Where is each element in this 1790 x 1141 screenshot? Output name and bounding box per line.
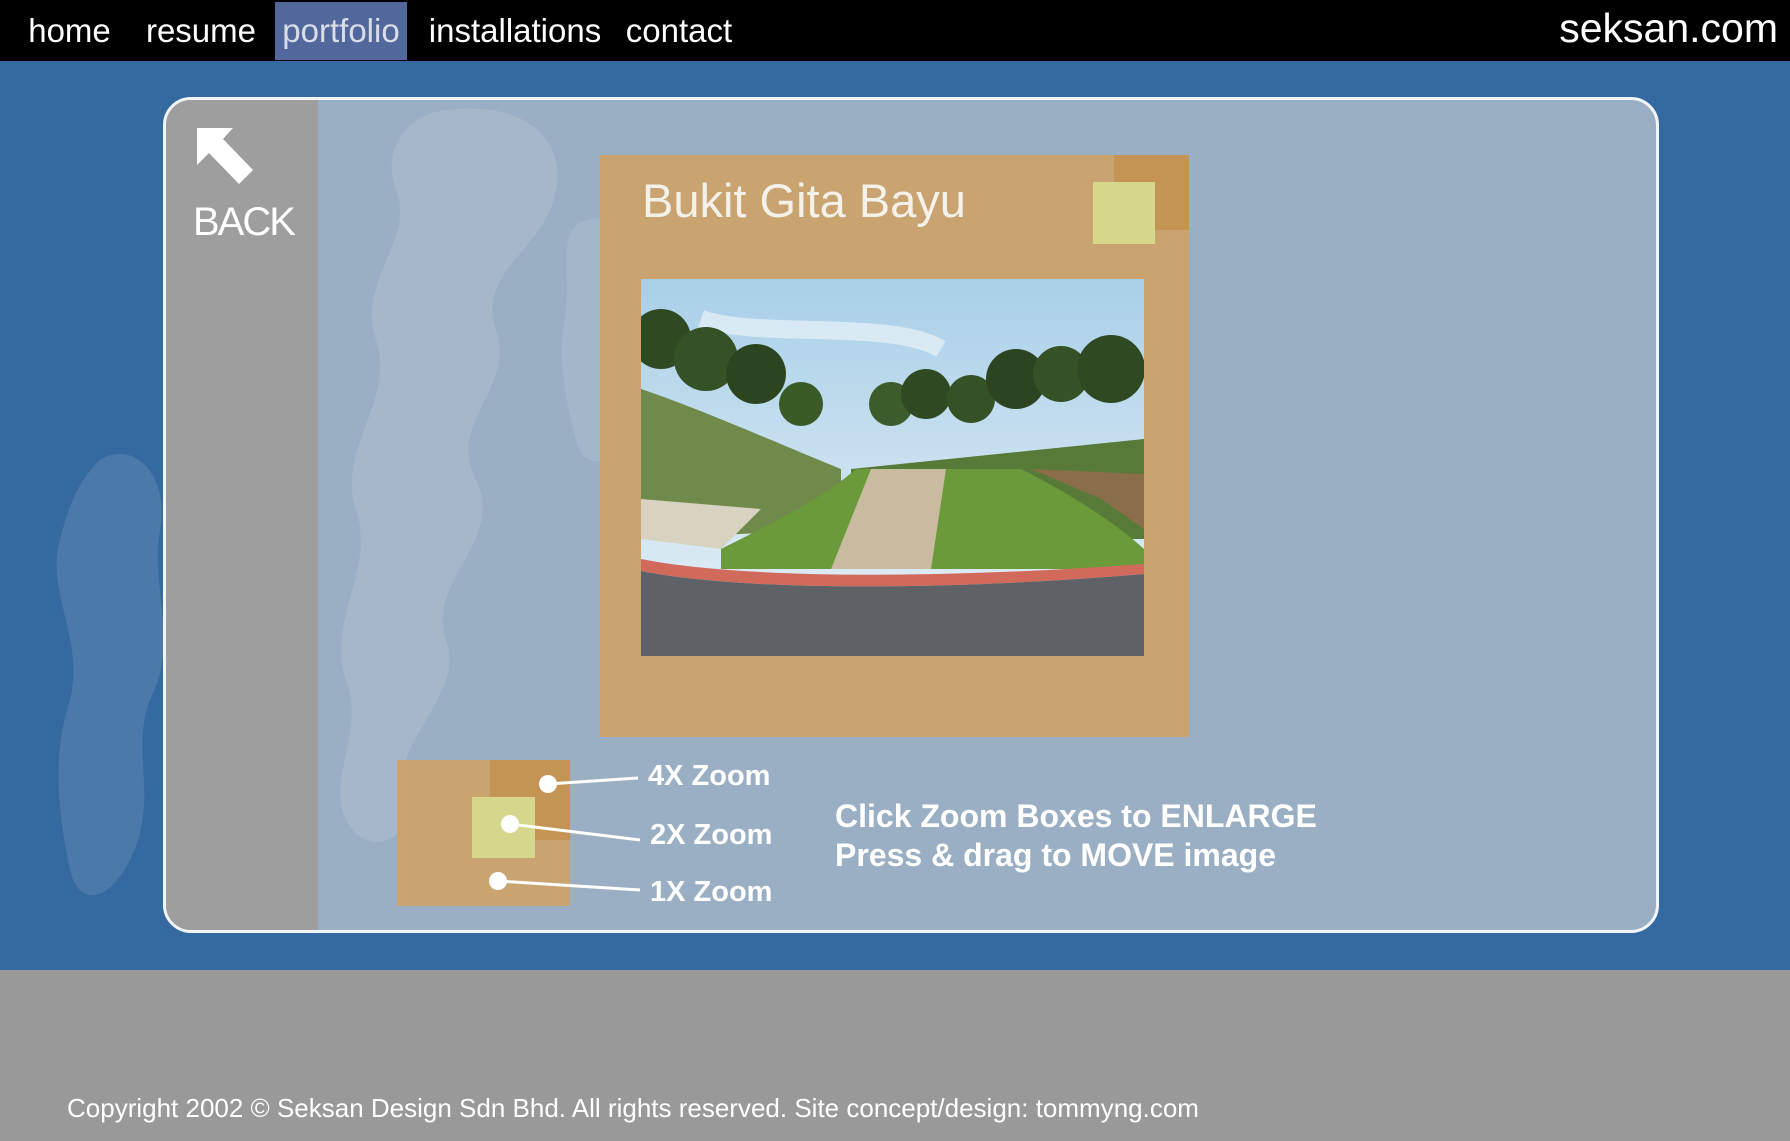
- zoom-instructions: Click Zoom Boxes to ENLARGE Press & drag…: [835, 797, 1317, 875]
- instructions-line-1: Click Zoom Boxes to ENLARGE: [835, 798, 1317, 834]
- instructions-line-2: Press & drag to MOVE image: [835, 837, 1277, 873]
- zoom-1x-label: 1X Zoom: [650, 876, 773, 908]
- zoom-2x-label: 2X Zoom: [650, 819, 773, 851]
- zoom-4x-label: 4X Zoom: [648, 760, 771, 792]
- copyright-text: Copyright 2002 © Seksan Design Sdn Bhd. …: [67, 1093, 1199, 1123]
